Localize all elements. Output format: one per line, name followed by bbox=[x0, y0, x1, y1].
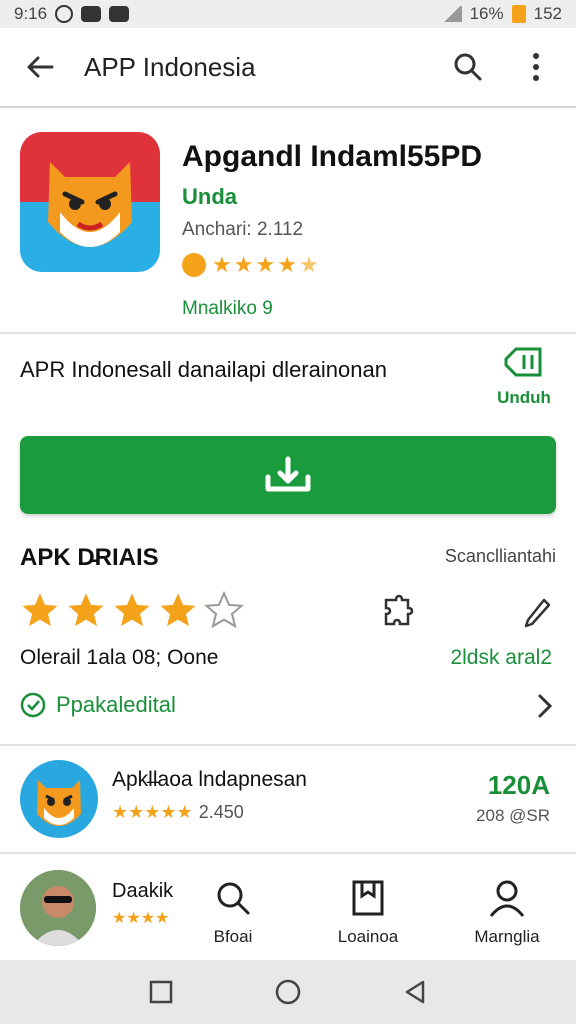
nav-library[interactable]: Loainoa bbox=[323, 878, 413, 947]
download-icon bbox=[265, 456, 311, 492]
stars-icon: ★★★★★ bbox=[112, 802, 193, 822]
profile-name: Daakik bbox=[112, 880, 174, 902]
details-info: Olerail 1ala 08; Oone bbox=[20, 646, 219, 669]
app-description: APR Indonesall danailapi dlerainonan bbox=[20, 357, 387, 382]
details-section: APK D̵RIAIS Scanclliantahi Olerail 1ala … bbox=[20, 536, 560, 736]
notification-icon bbox=[81, 6, 102, 22]
recent-apps-icon[interactable] bbox=[148, 979, 174, 1005]
star-icon: ★ bbox=[212, 252, 232, 277]
nav-library-label: Loainoa bbox=[337, 927, 399, 946]
person-icon bbox=[489, 880, 525, 917]
system-nav-bar bbox=[0, 960, 576, 1024]
nav-search[interactable]: Bfoai bbox=[188, 878, 278, 947]
avatar[interactable] bbox=[20, 870, 96, 946]
back-icon[interactable] bbox=[402, 979, 428, 1005]
arrow-left-icon[interactable] bbox=[20, 47, 60, 87]
star-outline-icon bbox=[204, 590, 244, 629]
recommended-app-icon bbox=[20, 760, 98, 838]
notification-icon-2 bbox=[109, 6, 130, 22]
bottom-nav: Daakik ★★★★ Bfoai Loainoa Marnglia bbox=[0, 856, 576, 960]
battery-percent: 16% bbox=[469, 4, 504, 23]
status-bar: 9:16 16% 152 bbox=[0, 0, 576, 28]
search-icon[interactable] bbox=[448, 47, 488, 87]
app-version: Anchari: 2.112 bbox=[182, 219, 304, 240]
divider bbox=[0, 744, 576, 746]
star-icon: ★ bbox=[255, 252, 276, 277]
battery-icon bbox=[511, 5, 526, 23]
description-row: APR Indonesall danailapi dlerainonan Und… bbox=[20, 345, 560, 415]
details-right-label[interactable]: Scanclliantahi bbox=[445, 546, 556, 567]
nav-search-label: Bfoai bbox=[213, 927, 253, 946]
puzzle-icon[interactable] bbox=[380, 594, 416, 635]
status-extra: 152 bbox=[533, 4, 562, 23]
details-title: APK D̵RIAIS bbox=[20, 544, 159, 571]
app-name: Apgandl Indaml55PD bbox=[182, 140, 483, 173]
recommended-app-size: 120A bbox=[487, 770, 550, 800]
recommended-app-name: Apkl̶laoa lndapnesan bbox=[112, 768, 307, 791]
app-header: Apgandl Indaml55PD Unda Anchari: 2.112 ★… bbox=[20, 132, 560, 332]
details-stars[interactable] bbox=[20, 590, 244, 630]
nav-profile-label: Marnglia bbox=[474, 927, 540, 946]
nav-profile[interactable]: Marnglia bbox=[462, 878, 552, 947]
star-icon bbox=[114, 593, 150, 627]
sync-icon bbox=[55, 5, 74, 23]
recommended-app-item[interactable]: Apkl̶laoa lndapnesan ★★★★★ 2.450 120A 208… bbox=[20, 758, 560, 842]
details-green-text[interactable]: 2ldsk aral2 bbox=[450, 646, 552, 670]
store-icon bbox=[504, 347, 542, 377]
star-icon bbox=[68, 593, 104, 627]
check-circle-icon bbox=[20, 692, 46, 718]
developer-link[interactable]: Unda bbox=[182, 184, 237, 210]
app-rating: ★ ★ ★ ★ ★ bbox=[182, 252, 319, 278]
app-icon bbox=[20, 132, 160, 272]
signal-icon bbox=[441, 6, 462, 22]
recommended-app-sub: 208 @SR bbox=[476, 806, 550, 825]
verified-label: Ppakaledital bbox=[56, 692, 176, 717]
page-title: APP Indonesia bbox=[84, 51, 256, 82]
chevron-right-icon[interactable] bbox=[534, 692, 554, 725]
divider bbox=[0, 852, 576, 854]
rating-badge-icon bbox=[182, 253, 206, 277]
star-icon bbox=[160, 593, 196, 627]
recommended-app-rating: ★★★★★ 2.450 bbox=[112, 802, 244, 823]
divider bbox=[0, 332, 576, 334]
star-icon: ★ bbox=[277, 252, 297, 277]
edit-icon[interactable] bbox=[522, 596, 552, 635]
more-vert-icon[interactable] bbox=[516, 47, 556, 87]
star-icon bbox=[22, 593, 58, 627]
install-button[interactable] bbox=[20, 436, 556, 514]
rating-value: 2.450 bbox=[198, 802, 244, 822]
star-icon: ★ bbox=[233, 252, 254, 277]
app-bar: APP Indonesia bbox=[0, 28, 576, 108]
bookmark-icon bbox=[352, 880, 384, 916]
unduh-label: Unduh bbox=[497, 388, 551, 407]
status-time: 9:16 bbox=[14, 4, 48, 23]
installs-count: Mnalkiko 9 bbox=[182, 298, 273, 319]
star-half-icon: ★ bbox=[298, 252, 319, 277]
unduh-button[interactable]: Unduh bbox=[494, 345, 554, 408]
verified-row[interactable]: Ppakaledital bbox=[20, 692, 176, 718]
home-icon[interactable] bbox=[274, 978, 302, 1006]
search-icon bbox=[217, 882, 250, 915]
profile-stars: ★★★★ bbox=[112, 910, 170, 927]
